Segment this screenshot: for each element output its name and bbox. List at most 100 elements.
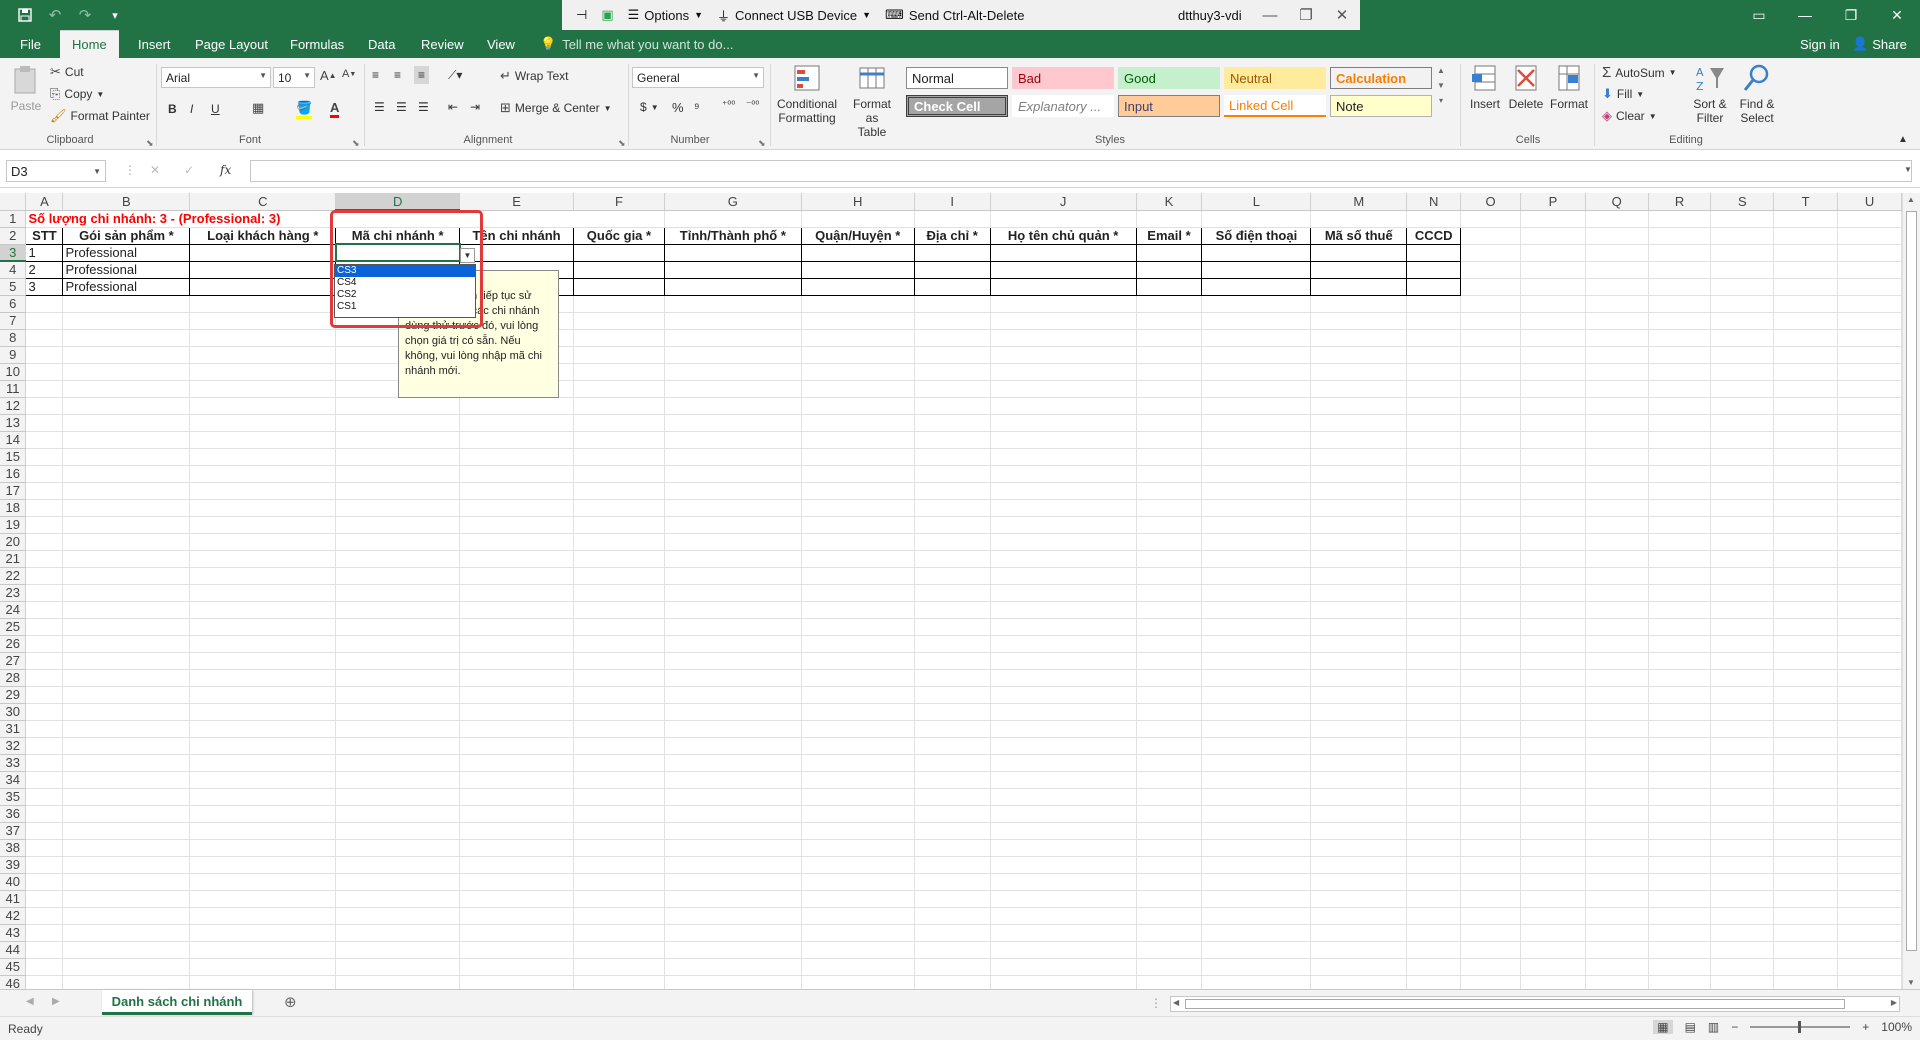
cell[interactable] <box>1136 550 1203 568</box>
cell[interactable] <box>914 754 991 772</box>
cell[interactable] <box>801 312 915 330</box>
cell[interactable] <box>573 652 665 670</box>
cell[interactable] <box>1837 924 1902 942</box>
cell[interactable] <box>990 941 1137 959</box>
cell[interactable] <box>801 924 915 942</box>
cell[interactable] <box>335 805 461 823</box>
dialog-launcher-icon[interactable]: ⬊ <box>146 138 154 149</box>
cell[interactable] <box>1201 873 1312 891</box>
cell[interactable] <box>1585 499 1649 517</box>
cell[interactable] <box>1773 686 1839 704</box>
align-top-icon[interactable]: ≡ <box>372 68 379 82</box>
cell[interactable] <box>800 277 915 296</box>
cell[interactable] <box>573 839 665 857</box>
zoom-in-icon[interactable]: + <box>1862 1020 1869 1034</box>
cell[interactable] <box>189 312 337 330</box>
cell[interactable] <box>664 567 802 585</box>
cell[interactable] <box>335 839 461 857</box>
cell[interactable] <box>1460 822 1522 840</box>
cell[interactable] <box>664 414 802 432</box>
cell[interactable] <box>1201 312 1312 330</box>
cell[interactable] <box>1201 958 1312 976</box>
cell[interactable] <box>1773 788 1839 806</box>
cell[interactable] <box>1310 737 1408 755</box>
cell[interactable] <box>62 805 191 823</box>
cell[interactable] <box>1201 533 1312 551</box>
cell[interactable] <box>1648 516 1712 534</box>
cell[interactable] <box>1837 278 1902 296</box>
cell[interactable] <box>1710 958 1775 976</box>
cell[interactable] <box>1710 448 1775 466</box>
row-header[interactable]: 36 <box>0 805 27 823</box>
cell[interactable] <box>801 533 915 551</box>
cell[interactable] <box>1406 567 1462 585</box>
ribbon-display-icon[interactable]: ▭ <box>1736 0 1782 30</box>
cell[interactable] <box>1136 465 1203 483</box>
cell[interactable] <box>1710 227 1775 245</box>
styles-gallery-scroll[interactable]: ▲ ▼ ▾ <box>1437 66 1445 105</box>
cell[interactable] <box>990 635 1137 653</box>
comma-style-icon[interactable]: ⁹ <box>694 100 700 115</box>
cell[interactable] <box>189 584 337 602</box>
cell[interactable] <box>1773 907 1839 925</box>
cell[interactable] <box>25 567 64 585</box>
cell[interactable] <box>1648 465 1712 483</box>
cell[interactable] <box>1136 703 1203 721</box>
cell[interactable] <box>1773 550 1839 568</box>
cell[interactable] <box>664 941 802 959</box>
column-header-g[interactable]: G <box>664 193 802 211</box>
cell[interactable] <box>801 431 915 449</box>
cell[interactable] <box>990 533 1137 551</box>
style-input[interactable]: Input <box>1118 95 1220 117</box>
cell[interactable] <box>1460 601 1522 619</box>
cell[interactable] <box>1585 601 1649 619</box>
cell[interactable] <box>1585 244 1649 262</box>
cell[interactable] <box>801 873 915 891</box>
cell[interactable] <box>1710 380 1775 398</box>
cell[interactable] <box>1710 329 1775 347</box>
cell[interactable] <box>25 448 64 466</box>
row-header[interactable]: 14 <box>0 431 27 449</box>
fill-color-button[interactable]: 🪣 <box>296 100 313 119</box>
cell[interactable] <box>25 822 64 840</box>
cell[interactable] <box>1710 499 1775 517</box>
cell[interactable] <box>573 686 665 704</box>
cell[interactable] <box>1310 346 1408 364</box>
cell[interactable] <box>914 465 991 483</box>
cell[interactable] <box>335 482 461 500</box>
row-header[interactable]: 25 <box>0 618 27 636</box>
cell[interactable] <box>1648 771 1712 789</box>
cell[interactable] <box>1460 278 1522 296</box>
cell[interactable] <box>62 465 191 483</box>
cell[interactable] <box>1837 516 1902 534</box>
cell[interactable] <box>1585 533 1649 551</box>
cell[interactable] <box>1201 618 1312 636</box>
cell[interactable] <box>801 890 915 908</box>
cell[interactable] <box>1460 567 1522 585</box>
cell[interactable] <box>1648 720 1712 738</box>
cell[interactable]: Professional <box>62 277 191 296</box>
cell[interactable] <box>1310 277 1408 296</box>
cell[interactable] <box>801 822 915 840</box>
cell[interactable] <box>1460 261 1522 279</box>
cell[interactable] <box>1585 278 1649 296</box>
cell[interactable] <box>914 890 991 908</box>
cell[interactable] <box>62 822 191 840</box>
cell[interactable] <box>62 346 191 364</box>
cell[interactable] <box>664 448 802 466</box>
cell[interactable] <box>62 941 191 959</box>
cell[interactable] <box>1585 805 1649 823</box>
cell[interactable] <box>1773 448 1839 466</box>
cell[interactable] <box>25 482 64 500</box>
column-header-u[interactable]: U <box>1837 193 1902 211</box>
cell[interactable] <box>335 737 461 755</box>
find-select-button[interactable]: Find & Select <box>1734 62 1780 125</box>
cell[interactable] <box>1837 482 1902 500</box>
cell[interactable] <box>1710 924 1775 942</box>
cell[interactable] <box>1520 720 1586 738</box>
cell[interactable] <box>459 873 574 891</box>
cell[interactable] <box>1710 703 1775 721</box>
cell[interactable] <box>914 635 991 653</box>
cell[interactable] <box>1201 856 1312 874</box>
cell[interactable] <box>25 907 64 925</box>
